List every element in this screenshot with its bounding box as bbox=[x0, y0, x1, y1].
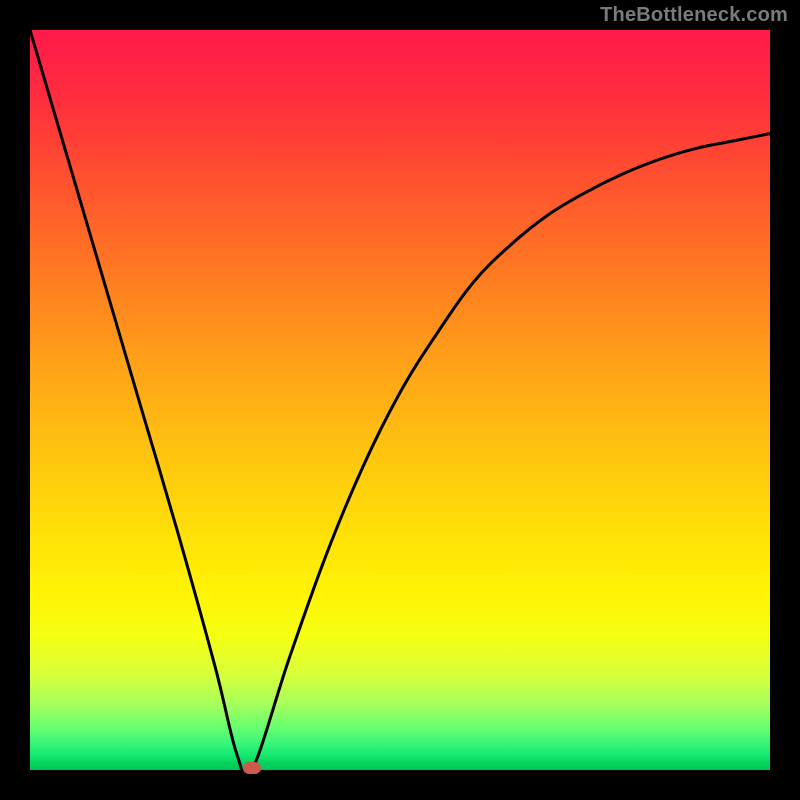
curve-svg bbox=[30, 30, 770, 770]
chart-frame: TheBottleneck.com bbox=[0, 0, 800, 800]
min-marker bbox=[243, 762, 261, 774]
watermark-text: TheBottleneck.com bbox=[600, 4, 788, 27]
plot-area bbox=[30, 30, 770, 770]
curve-path bbox=[30, 30, 770, 770]
